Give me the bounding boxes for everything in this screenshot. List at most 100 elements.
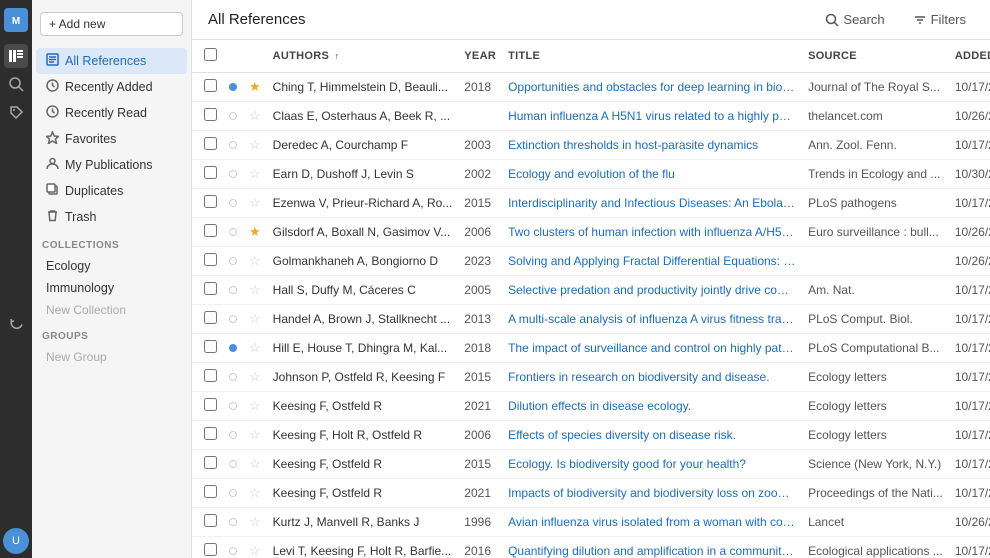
sidebar-collection-ecology[interactable]: Ecology: [36, 255, 187, 277]
row-source: Science (New York, N.Y.): [802, 450, 949, 479]
star-icon[interactable]: ☆: [249, 514, 261, 529]
row-title[interactable]: Opportunities and obstacles for deep lea…: [502, 73, 802, 102]
row-star-cell: ☆: [243, 102, 267, 131]
filters-button[interactable]: Filters: [905, 8, 974, 31]
row-star-cell: ☆: [243, 276, 267, 305]
row-title[interactable]: Effects of species diversity on disease …: [502, 421, 802, 450]
star-icon[interactable]: ☆: [249, 543, 261, 558]
row-title[interactable]: Ecology. Is biodiversity good for your h…: [502, 450, 802, 479]
star-icon[interactable]: ☆: [249, 340, 261, 355]
row-added: 10/17/2023: [949, 450, 990, 479]
row-year: 1996: [458, 508, 502, 537]
new-group-link[interactable]: New Group: [36, 346, 187, 368]
row-checkbox[interactable]: [204, 369, 217, 382]
star-icon[interactable]: ☆: [249, 398, 261, 413]
select-all-checkbox[interactable]: [204, 48, 217, 61]
row-title[interactable]: Selective predation and productivity joi…: [502, 276, 802, 305]
row-title[interactable]: Extinction thresholds in host-parasite d…: [502, 131, 802, 160]
row-checkbox[interactable]: [204, 195, 217, 208]
sidebar-item-all-references[interactable]: All References: [36, 48, 187, 74]
new-collection-link[interactable]: New Collection: [36, 299, 187, 321]
row-source: Euro surveillance : bull...: [802, 218, 949, 247]
row-checkbox[interactable]: [204, 137, 217, 150]
row-title[interactable]: Ecology and evolution of the flu: [502, 160, 802, 189]
row-checkbox[interactable]: [204, 514, 217, 527]
col-header-added[interactable]: ADDED: [949, 40, 990, 73]
row-checkbox-cell: [192, 305, 223, 334]
star-icon[interactable]: ☆: [249, 195, 261, 210]
add-new-button[interactable]: + Add new: [40, 12, 183, 36]
row-title[interactable]: Dilution effects in disease ecology.: [502, 392, 802, 421]
star-icon[interactable]: ☆: [249, 311, 261, 326]
rail-user-icon[interactable]: U: [3, 528, 29, 554]
star-icon[interactable]: ☆: [249, 456, 261, 471]
row-title[interactable]: Avian influenza virus isolated from a wo…: [502, 508, 802, 537]
row-checkbox[interactable]: [204, 108, 217, 121]
row-added: 10/17/2023: [949, 537, 990, 558]
col-header-authors[interactable]: AUTHORS ↑: [267, 40, 459, 73]
star-icon[interactable]: ☆: [249, 427, 261, 442]
row-checkbox[interactable]: [204, 485, 217, 498]
read-dot: [229, 83, 237, 91]
table-row: ★ Ching T, Himmelstein D, Beauli... 2018…: [192, 73, 990, 102]
sidebar-item-my-publications[interactable]: My Publications: [36, 152, 187, 178]
row-checkbox[interactable]: [204, 311, 217, 324]
star-icon[interactable]: ★: [249, 224, 261, 239]
star-icon[interactable]: ☆: [249, 108, 261, 123]
row-title[interactable]: Quantifying dilution and amplification i…: [502, 537, 802, 558]
row-title[interactable]: Frontiers in research on biodiversity an…: [502, 363, 802, 392]
col-header-year[interactable]: YEAR: [458, 40, 502, 73]
row-checkbox[interactable]: [204, 224, 217, 237]
row-title[interactable]: A multi-scale analysis of influenza A vi…: [502, 305, 802, 334]
row-checkbox-cell: [192, 73, 223, 102]
row-checkbox[interactable]: [204, 340, 217, 353]
row-title[interactable]: Impacts of biodiversity and biodiversity…: [502, 479, 802, 508]
search-button[interactable]: Search: [817, 8, 892, 31]
row-year: 2006: [458, 421, 502, 450]
row-title[interactable]: Two clusters of human infection with inf…: [502, 218, 802, 247]
star-icon[interactable]: ☆: [249, 282, 261, 297]
row-checkbox[interactable]: [204, 543, 217, 556]
rail-refresh-icon[interactable]: [4, 312, 28, 336]
row-star-cell: ☆: [243, 334, 267, 363]
sidebar-item-duplicates[interactable]: Duplicates: [36, 178, 187, 204]
star-icon[interactable]: ☆: [249, 137, 261, 152]
row-checkbox[interactable]: [204, 427, 217, 440]
star-icon[interactable]: ★: [249, 79, 261, 94]
sidebar-item-favorites[interactable]: Favorites: [36, 126, 187, 152]
star-icon[interactable]: ☆: [249, 253, 261, 268]
row-title[interactable]: Solving and Applying Fractal Differentia…: [502, 247, 802, 276]
col-header-title[interactable]: TITLE: [502, 40, 802, 73]
row-added: 10/17/2023: [949, 363, 990, 392]
row-checkbox[interactable]: [204, 79, 217, 92]
row-star-cell: ☆: [243, 537, 267, 558]
sidebar-collection-immunology[interactable]: Immunology: [36, 277, 187, 299]
row-title[interactable]: Interdisciplinarity and Infectious Disea…: [502, 189, 802, 218]
row-dot-cell: [223, 160, 243, 189]
sidebar-item-recently-added[interactable]: Recently Added: [36, 74, 187, 100]
sidebar-item-trash[interactable]: Trash: [36, 204, 187, 230]
row-checkbox[interactable]: [204, 456, 217, 469]
row-title[interactable]: Human influenza A H5N1 virus related to …: [502, 102, 802, 131]
row-checkbox[interactable]: [204, 166, 217, 179]
star-icon[interactable]: ☆: [249, 166, 261, 181]
row-authors: Ching T, Himmelstein D, Beauli...: [267, 73, 459, 102]
row-checkbox[interactable]: [204, 253, 217, 266]
row-year: 2006: [458, 218, 502, 247]
rail-search-icon[interactable]: [4, 72, 28, 96]
col-header-source[interactable]: SOURCE: [802, 40, 949, 73]
star-icon[interactable]: ☆: [249, 485, 261, 500]
row-title[interactable]: The impact of surveillance and control o…: [502, 334, 802, 363]
row-checkbox[interactable]: [204, 282, 217, 295]
row-checkbox-cell: [192, 131, 223, 160]
row-checkbox[interactable]: [204, 398, 217, 411]
table-row: ☆ Kurtz J, Manvell R, Banks J 1996 Avian…: [192, 508, 990, 537]
row-added: 10/17/2023: [949, 479, 990, 508]
row-dot-cell: [223, 102, 243, 131]
star-icon[interactable]: ☆: [249, 369, 261, 384]
row-source: [802, 247, 949, 276]
table-row: ☆ Johnson P, Ostfeld R, Keesing F 2015 F…: [192, 363, 990, 392]
sidebar-item-recently-read[interactable]: Recently Read: [36, 100, 187, 126]
rail-library-icon[interactable]: [4, 44, 28, 68]
rail-tag-icon[interactable]: [4, 100, 28, 124]
